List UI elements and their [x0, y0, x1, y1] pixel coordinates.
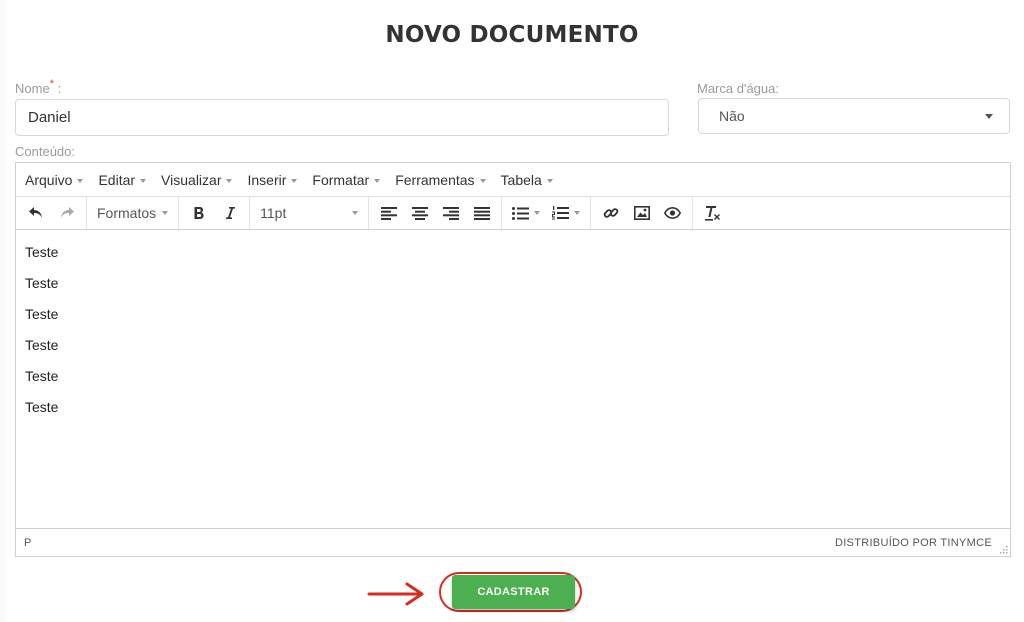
powered-by-tinymce[interactable]: DISTRIBUÍDO POR TINYMCE [835, 537, 992, 549]
align-center-button[interactable] [404, 200, 435, 226]
menu-tabela[interactable]: Tabela [501, 172, 553, 188]
content-label: Conteúdo: [15, 144, 75, 159]
align-group [369, 197, 503, 229]
bullet-list-button[interactable] [506, 200, 546, 226]
preview-button[interactable] [657, 200, 688, 226]
clear-group [693, 197, 732, 229]
caret-down-icon [226, 178, 233, 183]
content-paragraph[interactable]: Teste [25, 397, 1001, 428]
undo-button[interactable] [20, 200, 51, 226]
editor-content[interactable]: Teste Teste Teste Teste Teste Teste [16, 230, 1010, 528]
resize-handle-icon[interactable] [998, 544, 1008, 554]
align-left-icon [380, 206, 397, 220]
link-icon [603, 208, 618, 218]
history-group [16, 197, 87, 229]
editor-statusbar: P DISTRIBUÍDO POR TINYMCE [16, 528, 1010, 556]
rich-text-editor: Arquivo Editar Visualizar Inserir Format… [15, 162, 1011, 557]
font-size-dropdown[interactable]: 11pt [254, 200, 364, 226]
menu-ferramentas[interactable]: Ferramentas [395, 172, 486, 188]
menu-arquivo[interactable]: Arquivo [25, 172, 84, 188]
align-justify-icon [473, 206, 490, 220]
undo-icon [28, 207, 42, 218]
link-button[interactable] [595, 200, 626, 226]
caret-down-icon[interactable] [534, 211, 541, 215]
watermark-label: Marca d'água: [697, 81, 779, 96]
style-group [179, 197, 251, 229]
clear-formatting-icon [704, 206, 720, 221]
page-title: NOVO DOCUMENTO [385, 22, 639, 48]
caret-down-icon [374, 178, 381, 183]
caret-down-icon [546, 178, 553, 183]
pointer-arrow-icon [367, 582, 424, 606]
eye-icon [664, 207, 682, 219]
caret-down-icon [291, 178, 298, 183]
image-button[interactable] [626, 200, 657, 226]
italic-icon [225, 207, 235, 219]
image-icon [633, 206, 650, 220]
redo-icon [60, 207, 74, 218]
formats-dropdown[interactable]: Formatos [91, 200, 174, 226]
watermark-selected-value: Não [719, 108, 745, 124]
align-right-button[interactable] [435, 200, 466, 226]
caret-down-icon[interactable] [574, 211, 581, 215]
submit-highlight: CADASTRAR [439, 572, 582, 612]
editor-toolbar: Formatos 11pt [16, 197, 1010, 230]
insert-group [591, 197, 694, 229]
chevron-down-icon [985, 114, 993, 119]
numbered-list-button[interactable] [546, 200, 586, 226]
name-input[interactable] [15, 99, 669, 136]
caret-down-icon [140, 178, 147, 183]
clear-formatting-button[interactable] [697, 200, 728, 226]
align-center-icon [411, 206, 428, 220]
content-paragraph[interactable]: Teste [25, 273, 1001, 304]
menu-editar[interactable]: Editar [98, 172, 147, 188]
content-paragraph[interactable]: Teste [25, 242, 1001, 273]
editor-menubar: Arquivo Editar Visualizar Inserir Format… [16, 163, 1010, 197]
caret-down-icon [352, 211, 359, 215]
content-paragraph[interactable]: Teste [25, 304, 1001, 335]
menu-formatar[interactable]: Formatar [312, 172, 381, 188]
watermark-select[interactable]: Não [698, 98, 1010, 134]
bold-button[interactable] [183, 200, 214, 226]
bold-icon [194, 207, 204, 219]
menu-visualizar[interactable]: Visualizar [161, 172, 233, 188]
caret-down-icon [77, 178, 84, 183]
formats-group: Formatos [87, 197, 180, 229]
redo-button[interactable] [51, 200, 82, 226]
italic-button[interactable] [214, 200, 245, 226]
bullet-list-icon [511, 206, 529, 220]
required-mark: * [49, 78, 54, 90]
content-paragraph[interactable]: Teste [25, 335, 1001, 366]
align-left-button[interactable] [373, 200, 404, 226]
numbered-list-icon [551, 206, 569, 220]
cadastrar-button[interactable]: CADASTRAR [452, 575, 575, 609]
align-justify-button[interactable] [466, 200, 497, 226]
list-group [502, 197, 592, 229]
align-right-icon [442, 206, 459, 220]
content-paragraph[interactable]: Teste [25, 366, 1001, 397]
caret-down-icon [162, 211, 169, 215]
menu-inserir[interactable]: Inserir [247, 172, 298, 188]
caret-down-icon [479, 178, 486, 183]
name-label: Nome* : [15, 78, 62, 96]
element-path[interactable]: P [24, 537, 31, 549]
font-size-group: 11pt [250, 197, 370, 229]
